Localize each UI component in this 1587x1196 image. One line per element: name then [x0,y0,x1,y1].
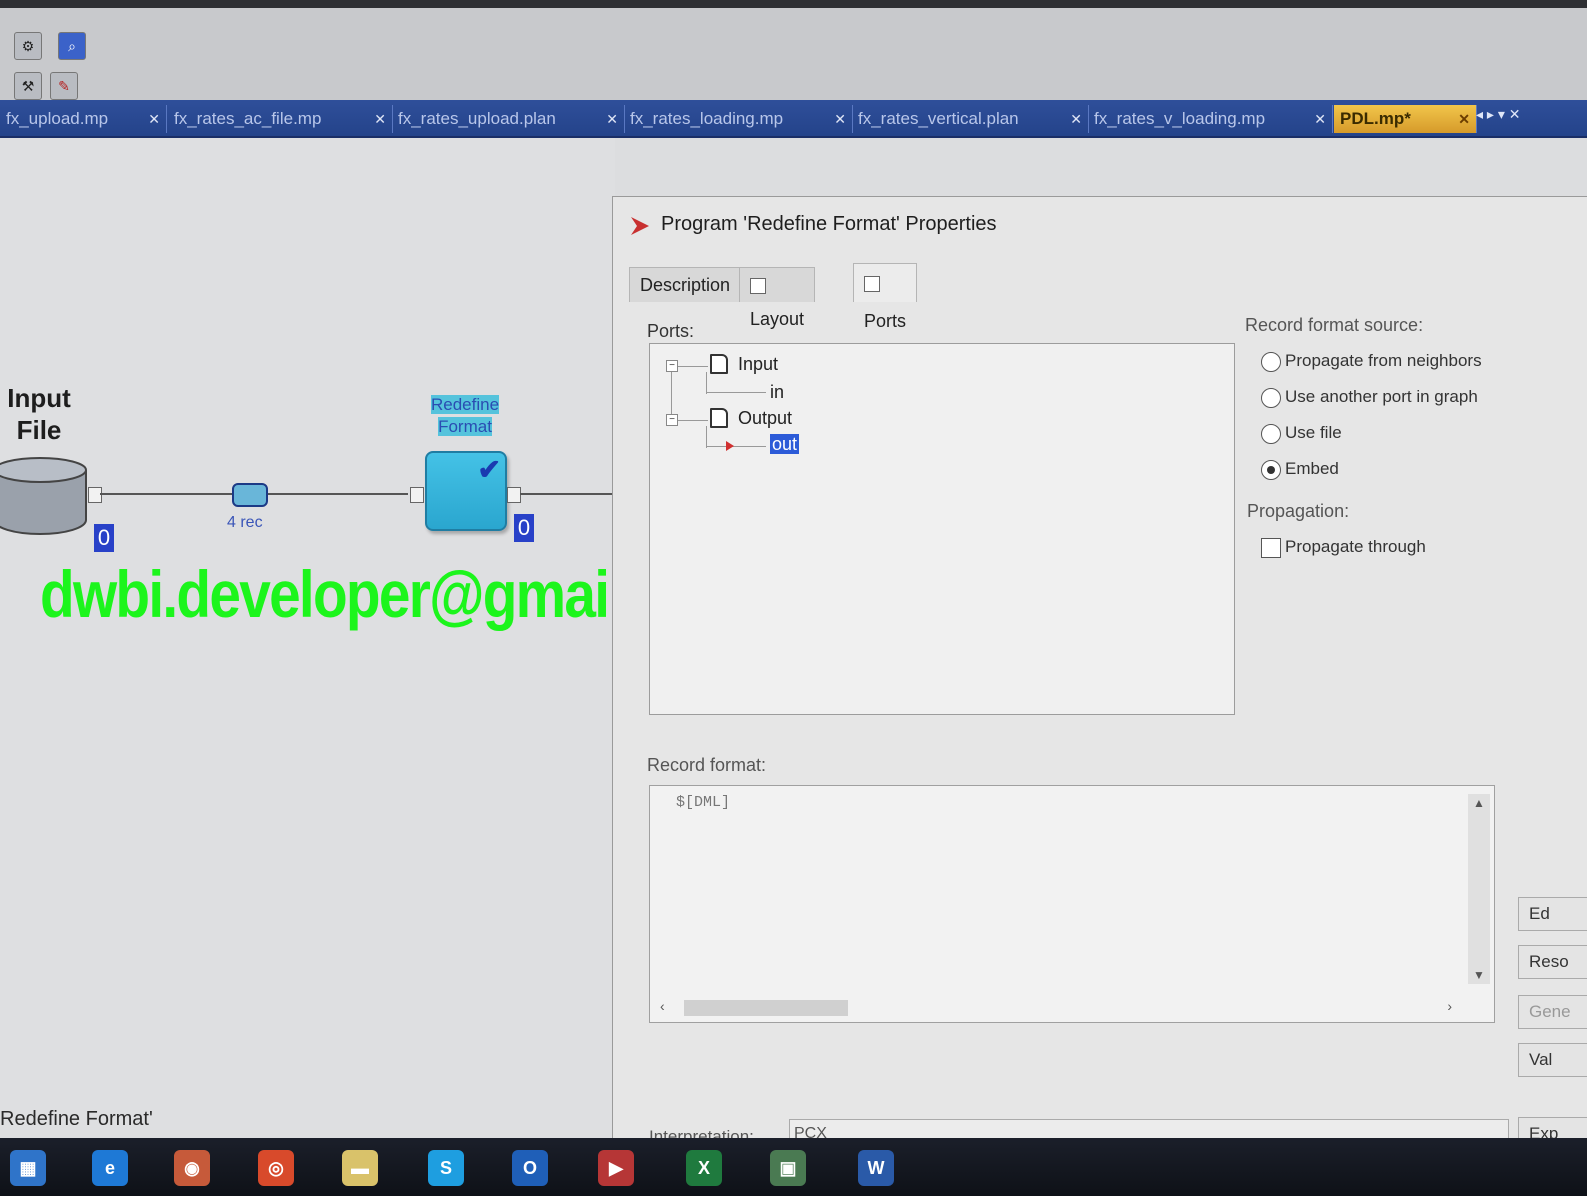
doc-tab-2[interactable]: fx_rates_ac_file.mp ✕ [168,105,393,133]
redefine-format-component[interactable]: ✔ [425,451,507,531]
ports-tree[interactable]: − Input in − Output out [649,343,1235,715]
tools-icon: ⚒ [21,78,35,94]
skype-icon[interactable]: S [428,1150,464,1186]
flow-record-icon[interactable] [232,483,268,507]
resolve-button[interactable]: Reso [1518,945,1587,979]
scroll-down-icon[interactable]: ▼ [1473,968,1485,982]
record-format-label: Record format: [647,755,767,775]
input-file-label: Input File [7,383,71,445]
radio-embed[interactable]: Embed [1261,459,1339,480]
radio-propagate-neighbors[interactable]: Propagate from neighbors [1261,351,1482,372]
toolbar-pdf-button[interactable]: ✎ [50,72,78,100]
record-source-label: Record format source: [1245,315,1424,335]
input-count-badge: 0 [94,524,114,552]
search-icon: ⌕ [68,38,76,54]
tab-ports[interactable]: Ports [853,263,918,331]
input-file-cylinder-icon[interactable] [0,456,88,536]
close-icon[interactable]: ✕ [1314,105,1326,133]
edit-button[interactable]: Ed [1518,897,1587,931]
pdf-icon: ✎ [58,78,70,94]
chrome-icon[interactable]: ◎ [258,1150,294,1186]
doc-tab-active[interactable]: PDL.mp* ✕ [1334,105,1477,133]
horizontal-scrollbar[interactable]: ‹ › [656,996,1456,1018]
close-icon[interactable]: ✕ [606,105,618,133]
doc-tab-6[interactable]: fx_rates_v_loading.mp ✕ [1088,105,1333,133]
collapse-input-icon[interactable]: − [666,360,678,372]
gde-app-icon[interactable]: ▶ [598,1150,634,1186]
propagate-through-checkbox[interactable]: Propagate through [1261,537,1426,558]
flow-line-out[interactable] [520,493,615,495]
close-icon[interactable]: ✕ [1458,105,1470,133]
radio-use-another-port[interactable]: Use another port in graph [1261,387,1478,408]
flow-record-count: 4 rec [227,514,263,531]
checkmark-icon: ✔ [477,454,501,485]
validate-button[interactable]: Val [1518,1043,1587,1077]
doc-tab-4[interactable]: fx_rates_loading.mp ✕ [624,105,853,133]
word-icon[interactable]: W [858,1150,894,1186]
tab-layout[interactable]: Layout [739,267,816,329]
ports-label: Ports: [647,321,695,341]
out-port-arrow-icon [726,441,734,451]
tree-input[interactable]: Input [738,354,778,375]
component-out-port[interactable] [507,487,521,503]
graph-canvas[interactable]: Input File 0 4 rec Redefine Format ✔ 0 Red… [0,138,615,1138]
ports-checkbox[interactable] [864,276,880,293]
scroll-left-icon[interactable]: ‹ [660,998,665,1014]
record-format-editor[interactable]: $[DML] ▲ ▼ ‹ › [649,785,1495,1023]
gear-icon: ⚙ [21,38,35,54]
flow-line-right[interactable] [268,493,408,495]
project-icon[interactable]: ▣ [770,1150,806,1186]
doc-tab-5[interactable]: fx_rates_vertical.plan ✕ [852,105,1089,133]
dialog-title: Program 'Redefine Format' Properties [661,213,997,235]
output-folder-icon [710,408,728,428]
screen: ⚙ ⌕ ⚒ ✎ fx_upload.mp ✕ fx_rates_ac_file.m… [0,0,1587,1196]
close-icon[interactable]: ✕ [834,105,846,133]
horizontal-scroll-thumb[interactable] [684,1000,848,1016]
screen-capture-icon[interactable]: ◉ [174,1150,210,1186]
program-icon [631,217,649,235]
scroll-up-icon[interactable]: ▲ [1473,796,1485,810]
input-file-out-port[interactable] [88,487,102,503]
record-format-value: $[DML] [676,794,731,811]
close-icon[interactable]: ✕ [1070,105,1082,133]
tab-nav-controls[interactable]: ◂ ▸ ▾ ✕ [1476,106,1520,123]
toolbar-tools-button[interactable]: ⚒ [14,72,42,100]
generate-button[interactable]: Gene [1518,995,1587,1029]
properties-dialog: Program 'Redefine Format' Properties Des… [612,196,1587,1151]
document-tab-strip: fx_upload.mp ✕ fx_rates_ac_file.mp ✕ fx_ra… [0,100,1587,138]
input-folder-icon [710,354,728,374]
doc-tab-3[interactable]: fx_rates_upload.plan ✕ [392,105,625,133]
taskbar: ▦ e ◉ ◎ ▬ S O ▶ X ▣ W [0,1138,1587,1196]
tree-output[interactable]: Output [738,408,792,429]
scroll-right-icon[interactable]: › [1447,998,1452,1014]
toolbar-settings-button[interactable]: ⚙ [14,32,42,60]
vertical-scrollbar[interactable]: ▲ ▼ [1468,794,1490,984]
sticky-notes-icon[interactable]: ▬ [342,1150,378,1186]
close-icon[interactable]: ✕ [374,105,386,133]
internet-explorer-icon[interactable]: e [92,1150,128,1186]
status-text: Redefine Format' [0,1108,153,1130]
propagation-label: Propagation: [1247,501,1350,521]
component-in-port[interactable] [410,487,424,503]
tree-input-port[interactable]: in [770,382,784,403]
component-count-badge: 0 [514,514,534,542]
tab-description[interactable]: Description [629,267,742,302]
excel-icon[interactable]: X [686,1150,722,1186]
close-icon[interactable]: ✕ [148,105,160,133]
toolbar-search-button[interactable]: ⌕ [58,32,86,60]
flow-line-left[interactable] [100,493,232,495]
file-explorer-icon[interactable]: ▦ [10,1150,46,1186]
tree-output-port[interactable]: out [770,434,800,455]
layout-checkbox[interactable] [750,278,766,295]
component-label: Redefine Format [430,395,500,436]
collapse-output-icon[interactable]: − [666,414,678,426]
doc-tab-1[interactable]: fx_upload.mp ✕ [0,105,167,133]
radio-use-file[interactable]: Use file [1261,423,1342,444]
outlook-icon[interactable]: O [512,1150,548,1186]
